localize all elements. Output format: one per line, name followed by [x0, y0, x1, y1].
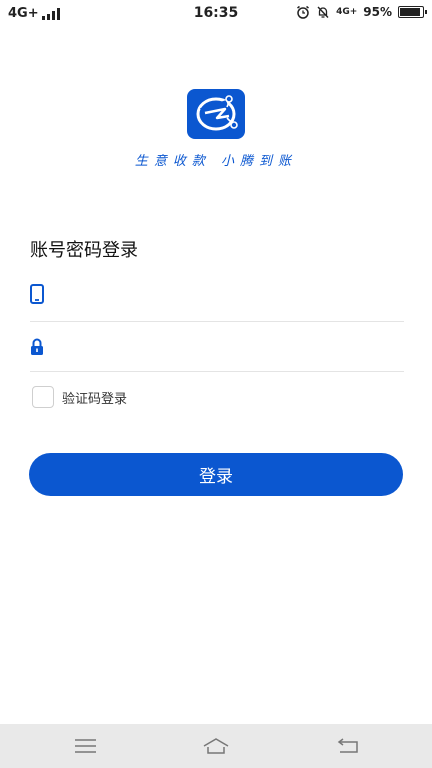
home-icon[interactable]: [202, 734, 230, 758]
phone-icon: [30, 284, 44, 304]
phone-field[interactable]: [30, 272, 404, 322]
back-icon[interactable]: [334, 734, 362, 758]
battery-percent: 95%: [363, 5, 392, 19]
sms-login-option[interactable]: 验证码登录: [32, 386, 127, 408]
menu-icon[interactable]: [72, 734, 100, 758]
alarm-icon: [297, 5, 310, 19]
battery-icon: [398, 6, 427, 18]
sms-login-label[interactable]: 验证码登录: [62, 388, 127, 407]
page-title: 账号密码登录: [30, 240, 138, 261]
status-bar: 4G+ 16:35 4G+ 95%: [0, 0, 432, 28]
app-logo-mark: [196, 95, 238, 131]
lock-icon: [31, 338, 43, 355]
app-logo: [187, 89, 245, 139]
password-input[interactable]: [60, 332, 394, 360]
password-field[interactable]: [30, 322, 404, 372]
phone-input[interactable]: [60, 282, 394, 310]
sms-login-checkbox[interactable]: [32, 386, 54, 408]
status-icons: 4G+ 95%: [296, 5, 427, 19]
system-nav-bar: [0, 724, 432, 768]
mute-bell-icon: [317, 6, 329, 18]
network-secondary-label: 4G+: [336, 6, 358, 17]
brand-slogan: 生意收款 小腾到账: [134, 154, 298, 169]
login-button[interactable]: 登录: [29, 453, 403, 496]
